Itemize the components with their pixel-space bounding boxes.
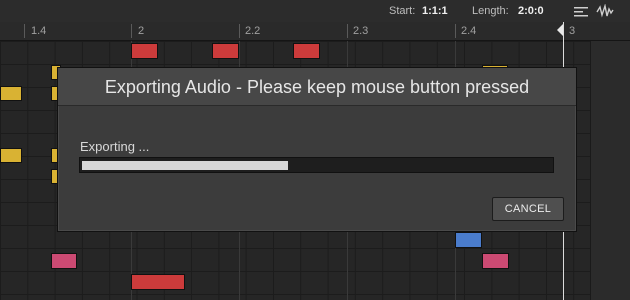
length-label: Length: xyxy=(472,5,509,17)
note-red[interactable] xyxy=(212,43,239,59)
export-status-text: Exporting ... xyxy=(80,139,150,154)
ruler-label: 2.4 xyxy=(461,25,477,37)
note-red[interactable] xyxy=(131,274,185,290)
ruler-tick xyxy=(455,24,456,38)
cancel-button[interactable]: CANCEL xyxy=(492,197,564,221)
waveform-icon[interactable] xyxy=(596,4,614,18)
ruler-label: 3 xyxy=(569,25,576,37)
ruler-tick xyxy=(24,24,25,38)
ruler-tick xyxy=(239,24,240,38)
dialog-title-bar: Exporting Audio - Please keep mouse butt… xyxy=(58,68,576,106)
ruler-label: 1.4 xyxy=(31,25,47,37)
timeline-ruler[interactable]: 1.4 2 2.2 2.3 2.4 3 xyxy=(0,22,630,41)
note-pink[interactable] xyxy=(51,253,77,269)
note-blue[interactable] xyxy=(455,232,482,248)
start-value[interactable]: 1:1:1 xyxy=(422,5,448,17)
ruler-label: 2.2 xyxy=(245,25,261,37)
note-pink[interactable] xyxy=(482,253,509,269)
list-icon[interactable] xyxy=(572,4,590,18)
export-progress-bar xyxy=(79,157,554,173)
note-red[interactable] xyxy=(293,43,320,59)
right-scroll-strip[interactable] xyxy=(590,41,630,300)
ruler-label: 2.3 xyxy=(353,25,369,37)
loop-end-marker-icon[interactable] xyxy=(557,24,563,36)
note-yellow[interactable] xyxy=(0,86,22,101)
ruler-tick xyxy=(131,24,132,38)
length-value[interactable]: 2:0:0 xyxy=(518,5,544,17)
export-dialog: Exporting Audio - Please keep mouse butt… xyxy=(57,67,577,232)
header-bar: Start: 1:1:1 Length: 2:0:0 xyxy=(0,0,630,23)
note-yellow[interactable] xyxy=(0,148,22,163)
export-progress-fill xyxy=(82,161,288,170)
note-red[interactable] xyxy=(131,43,158,59)
dialog-title: Exporting Audio - Please keep mouse butt… xyxy=(104,77,530,97)
ruler-tick xyxy=(347,24,348,38)
start-label: Start: xyxy=(389,5,416,17)
ruler-label: 2 xyxy=(138,25,145,37)
